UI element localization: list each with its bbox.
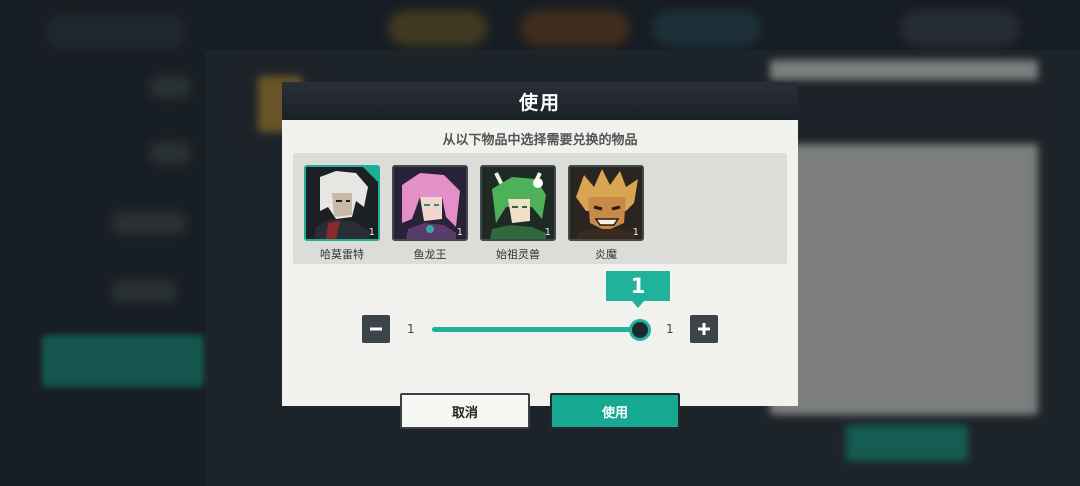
- use-item-dialog: 使用 从以下物品中选择需要兑换的物品 1 哈莫雷特 1 鱼龙王 1 始祖灵兽 1…: [282, 82, 798, 429]
- item-name: 鱼龙王: [413, 248, 447, 261]
- item-slot[interactable]: 1: [480, 165, 556, 241]
- item-quantity: 1: [544, 227, 551, 238]
- item-slot[interactable]: 1: [392, 165, 468, 241]
- item-name: 哈莫雷特: [320, 248, 364, 261]
- decrease-button[interactable]: [362, 315, 390, 343]
- item-selection-panel: 1 哈莫雷特 1 鱼龙王 1 始祖灵兽 1 炎魔: [293, 153, 787, 264]
- item-slot[interactable]: 1: [568, 165, 644, 241]
- quantity-value: 1: [630, 274, 646, 298]
- slider-fill: [432, 327, 640, 332]
- cancel-button[interactable]: 取消: [400, 393, 530, 429]
- plus-icon: [698, 323, 710, 335]
- item-quantity: 1: [456, 227, 463, 238]
- slider-thumb[interactable]: [629, 319, 651, 341]
- golden-spiky-character-portrait: [570, 167, 642, 239]
- use-button[interactable]: 使用: [550, 393, 680, 429]
- slider-min-label: 1: [407, 322, 415, 336]
- item-name: 始祖灵兽: [496, 248, 540, 261]
- quantity-selector: 1 1 1: [282, 271, 798, 345]
- dialog-body: 从以下物品中选择需要兑换的物品 1 哈莫雷特 1 鱼龙王 1 始祖灵兽 1 炎魔…: [282, 120, 798, 429]
- slider-max-label: 1: [666, 322, 674, 336]
- minus-icon: [370, 327, 382, 331]
- item-quantity: 1: [368, 227, 375, 238]
- dialog-header: 使用: [282, 82, 798, 120]
- item-option-1[interactable]: 1 鱼龙王: [392, 165, 468, 262]
- quantity-value-bubble: 1: [606, 271, 670, 308]
- pink-haired-character-portrait: [394, 167, 466, 239]
- item-option-0[interactable]: 1 哈莫雷特: [304, 165, 380, 262]
- item-name: 炎魔: [595, 248, 617, 261]
- increase-button[interactable]: [690, 315, 718, 343]
- dialog-title: 使用: [518, 91, 561, 114]
- quantity-slider[interactable]: [432, 319, 651, 341]
- selected-corner-marker: [362, 167, 378, 183]
- green-horned-character-portrait: [482, 167, 554, 239]
- item-option-2[interactable]: 1 始祖灵兽: [480, 165, 556, 262]
- item-slot[interactable]: 1: [304, 165, 380, 241]
- dialog-prompt: 从以下物品中选择需要兑换的物品: [442, 133, 638, 148]
- item-quantity: 1: [632, 227, 639, 238]
- item-option-3[interactable]: 1 炎魔: [568, 165, 644, 262]
